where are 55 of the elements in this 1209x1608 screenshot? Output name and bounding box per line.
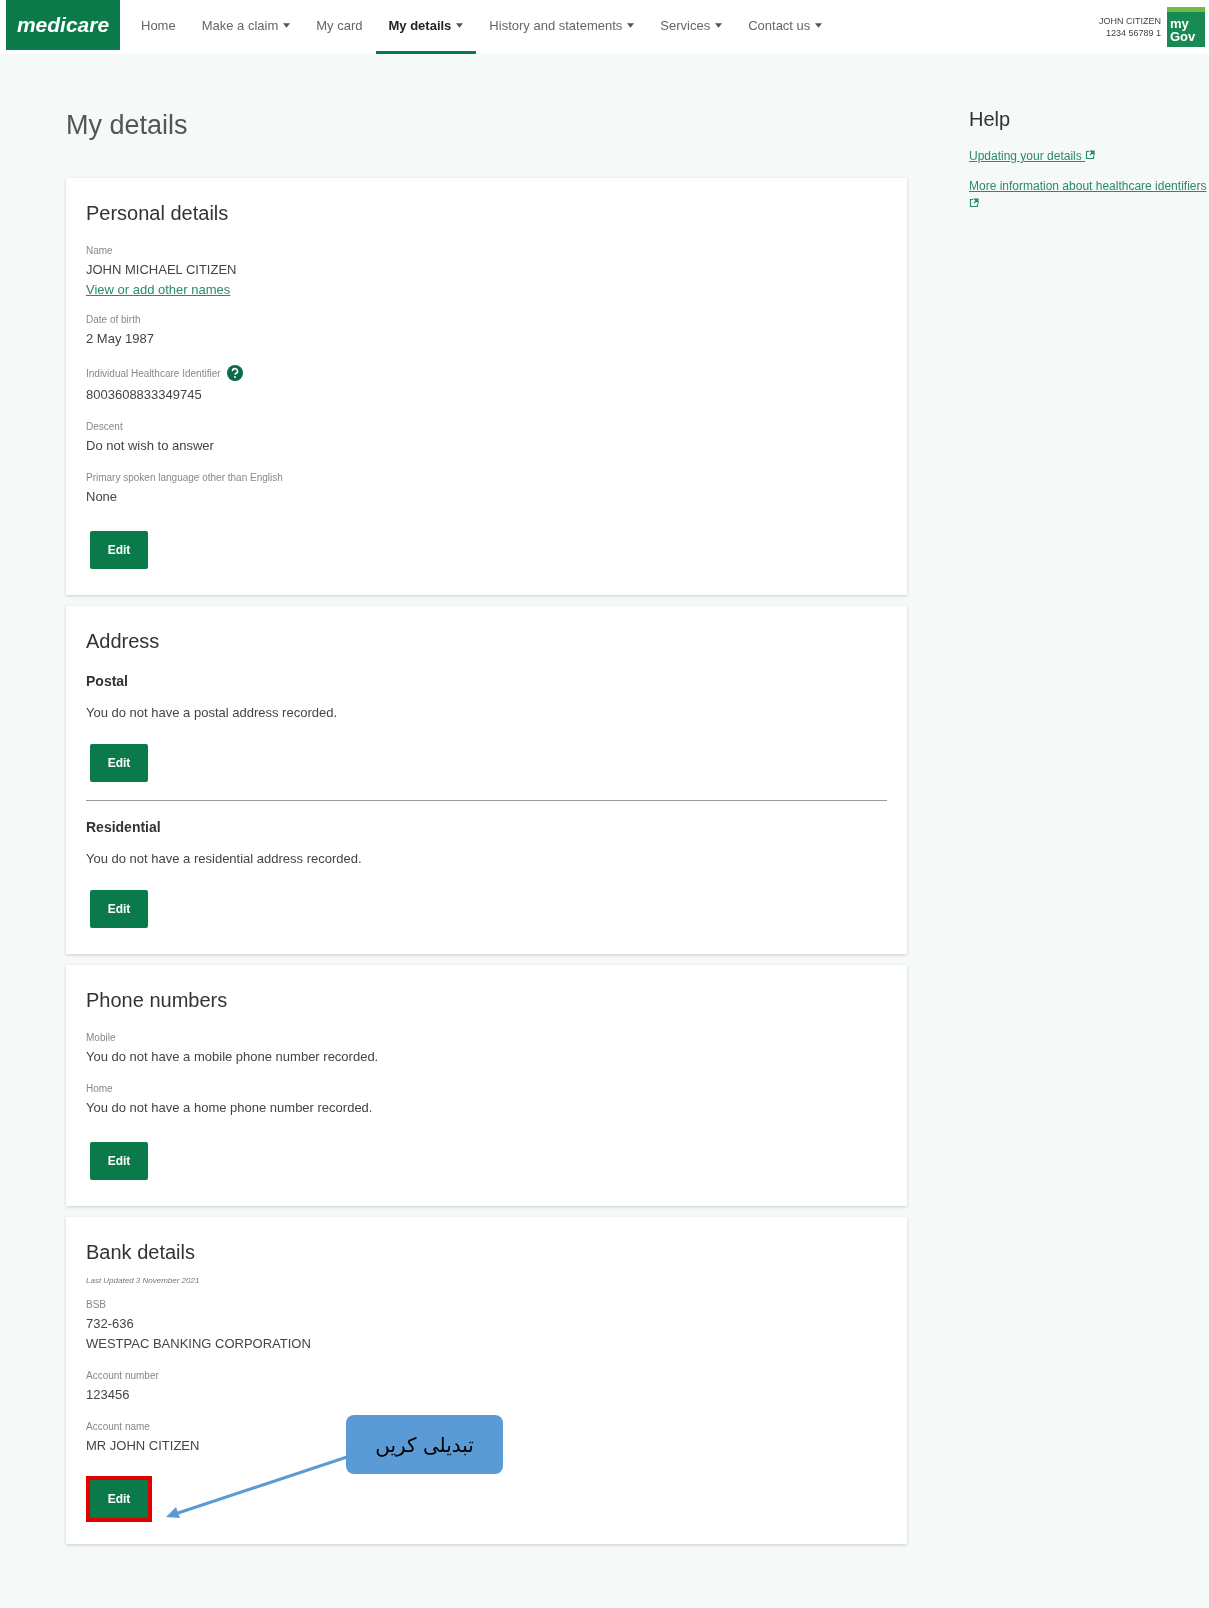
field-value: 123456 bbox=[86, 1386, 130, 1404]
help-title: Help bbox=[969, 108, 1011, 131]
external-link-icon bbox=[1085, 150, 1096, 160]
last-updated-text: Last Updated 3 November 2021 bbox=[86, 1276, 201, 1285]
edit-button[interactable]: Edit bbox=[90, 531, 148, 569]
nav-link[interactable]: Services bbox=[647, 0, 736, 54]
nav-link[interactable]: Make a claim bbox=[188, 0, 304, 54]
field-label: Name bbox=[86, 245, 113, 256]
other-names-link[interactable]: View or add other names bbox=[86, 282, 231, 297]
nav-link[interactable]: Home bbox=[128, 0, 189, 54]
nav-link[interactable]: My details bbox=[375, 0, 477, 54]
field-value: 2 May 1987 bbox=[86, 330, 154, 348]
edit-button[interactable]: Edit bbox=[90, 890, 148, 928]
status-text: You do not have a residential address recorded. bbox=[86, 851, 363, 866]
subsection-title: Postal bbox=[86, 673, 129, 689]
field-label: Home bbox=[86, 1083, 113, 1094]
edit-button[interactable]: Edit bbox=[90, 1142, 148, 1180]
external-link-icon bbox=[969, 198, 979, 208]
edit-button[interactable]: Edit bbox=[90, 1480, 148, 1518]
field-value: 8003608833349745 bbox=[86, 386, 202, 404]
callout-label: تبدیلی کریں bbox=[346, 1415, 503, 1474]
field-value: MR JOHN CITIZEN bbox=[86, 1437, 200, 1455]
subsection-title: Residential bbox=[86, 819, 162, 835]
user-name: JOHN CITIZEN bbox=[1099, 15, 1161, 27]
field-label: Mobile bbox=[86, 1032, 116, 1043]
page-title: My details bbox=[66, 110, 189, 140]
section-title: Address bbox=[86, 630, 161, 653]
user-number: 1234 56789 1 bbox=[1104, 27, 1161, 39]
field-label: BSB bbox=[86, 1299, 106, 1310]
medicare-logo[interactable]: medicare bbox=[6, 0, 120, 50]
field-value: You do not have a home phone number recorded. bbox=[86, 1099, 373, 1117]
field-value: JOHN MICHAEL CITIZEN bbox=[86, 261, 237, 279]
nav-link[interactable]: History and statements bbox=[476, 0, 648, 54]
field-label: Descent bbox=[86, 421, 123, 432]
field-label: Account number bbox=[86, 1370, 159, 1381]
field-value: 732-636 bbox=[86, 1315, 134, 1333]
help-link[interactable]: More information about healthcare identifiers bbox=[969, 177, 1209, 213]
field-value: None bbox=[86, 488, 118, 506]
section-title: Personal details bbox=[86, 202, 230, 225]
field-label: Individual Healthcare Identifier bbox=[86, 367, 221, 379]
status-text: You do not have a postal address recorded. bbox=[86, 705, 339, 720]
section-title: Bank details bbox=[86, 1241, 196, 1264]
field-value: WESTPAC BANKING CORPORATION bbox=[86, 1335, 311, 1353]
edit-button[interactable]: Edit bbox=[90, 744, 148, 782]
help-icon[interactable] bbox=[226, 365, 243, 381]
field-label: Primary spoken language other than English bbox=[86, 472, 283, 483]
help-link[interactable]: Updating your details bbox=[969, 147, 1096, 165]
field-label: Date of birth bbox=[86, 314, 141, 325]
nav-link[interactable]: Contact us bbox=[735, 0, 836, 54]
field-label: Account name bbox=[86, 1421, 150, 1432]
field-value: You do not have a mobile phone number recorded. bbox=[86, 1048, 379, 1066]
field-value: Do not wish to answer bbox=[86, 437, 214, 455]
mygov-logo[interactable]: my Gov bbox=[1167, 7, 1205, 47]
section-title: Phone numbers bbox=[86, 989, 229, 1012]
nav-link[interactable]: My card bbox=[303, 0, 376, 54]
